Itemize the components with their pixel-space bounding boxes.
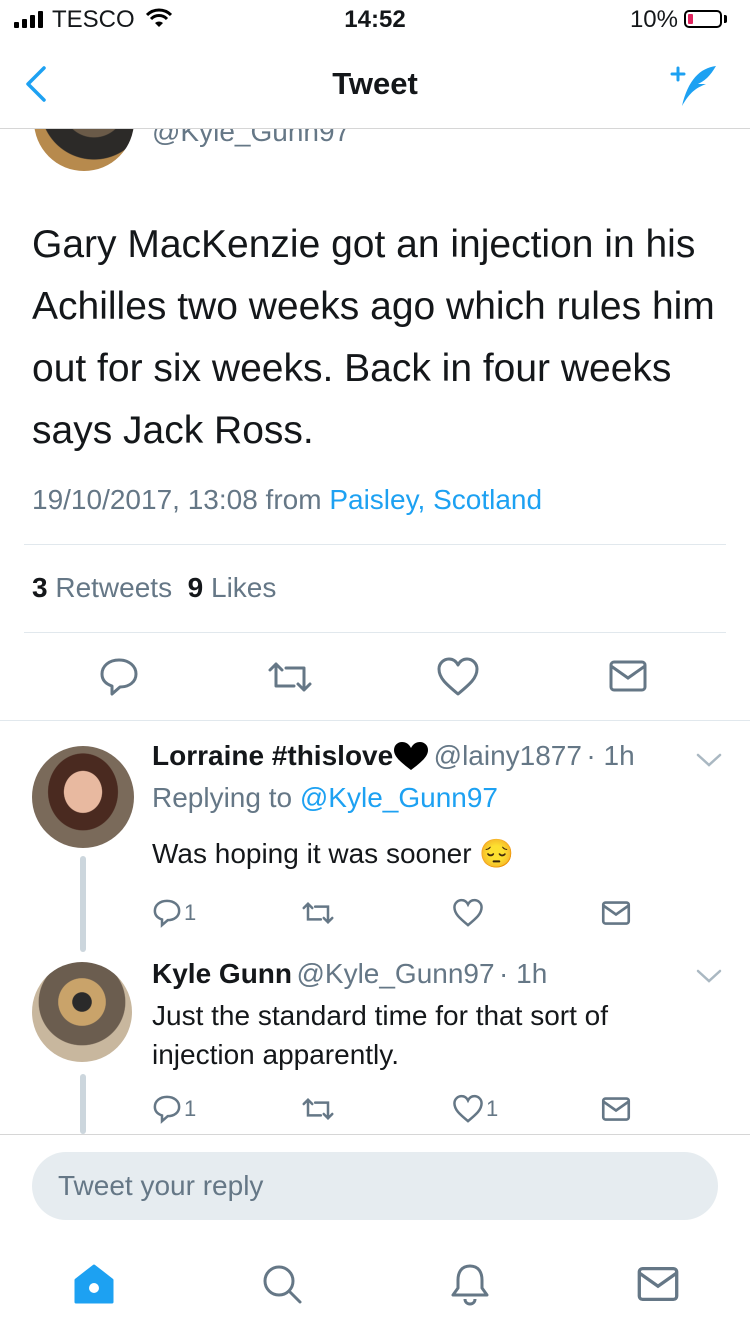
reply-author-name[interactable]: Kyle Gunn — [152, 958, 292, 989]
reply-button[interactable] — [98, 656, 140, 703]
thread-line — [80, 856, 86, 952]
tweet-timestamp: 19/10/2017, 13:08 from — [32, 484, 322, 515]
reply-author-name[interactable]: Lorraine #thislove — [152, 740, 393, 771]
tweet-location-link[interactable]: Paisley, Scotland — [329, 484, 542, 515]
battery-icon — [684, 10, 722, 28]
page-title: Tweet — [332, 66, 418, 101]
retweet-button[interactable] — [300, 898, 336, 928]
retweet-button[interactable] — [266, 656, 314, 703]
reply-text: Just the standard time for that sort of … — [152, 1000, 608, 1070]
retweets-stat[interactable]: 3 Retweets — [32, 572, 172, 603]
tweet-stats: 3 Retweets 9 Likes — [32, 572, 276, 604]
divider — [24, 544, 726, 545]
like-count: 1 — [486, 1096, 499, 1121]
heart-icon — [453, 898, 483, 927]
reply-icon — [153, 1095, 181, 1124]
envelope-icon — [601, 1097, 631, 1121]
bell-icon — [451, 1264, 489, 1306]
reply-author-handle[interactable]: @Kyle_Gunn97 — [296, 958, 494, 989]
reply-author-handle[interactable]: @lainy1877 — [434, 740, 582, 771]
author-handle[interactable]: @Kyle_Gunn97 — [152, 129, 350, 151]
tweet-meta: 19/10/2017, 13:08 from Paisley, Scotland — [32, 484, 542, 516]
reply-button[interactable]: 1 — [152, 1094, 196, 1124]
retweet-button[interactable] — [300, 1094, 336, 1124]
envelope-icon — [637, 1266, 679, 1302]
share-button[interactable] — [600, 1094, 632, 1124]
share-button[interactable] — [600, 898, 632, 928]
retweet-icon — [302, 1097, 334, 1121]
home-icon — [74, 1264, 114, 1304]
avatar[interactable] — [32, 962, 132, 1062]
envelope-icon — [601, 901, 631, 925]
search-icon — [263, 1265, 302, 1304]
status-bar: TESCO 14:52 10% — [0, 0, 750, 40]
reply-count: 1 — [184, 900, 197, 925]
black-heart-icon — [394, 742, 429, 770]
tab-notifications[interactable] — [448, 1262, 492, 1311]
reply-text: Was hoping it was sooner 😔 — [152, 838, 515, 869]
chevron-down-icon — [696, 969, 722, 983]
thread-line — [80, 1074, 86, 1134]
reply-time: · 1h — [586, 740, 635, 771]
reply-header: Lorraine #thislove @lainy1877 · 1h — [152, 740, 635, 772]
like-button[interactable] — [436, 656, 480, 703]
compose-feather-icon — [670, 66, 716, 106]
reply-button[interactable]: 1 — [152, 898, 196, 928]
divider — [0, 720, 750, 721]
replying-to: Replying to @Kyle_Gunn97 — [152, 782, 498, 813]
reply-count: 1 — [184, 1096, 197, 1121]
share-button[interactable] — [608, 656, 648, 701]
more-options-button[interactable] — [696, 752, 722, 773]
pensive-face-emoji: 😔 — [479, 838, 515, 869]
retweet-icon — [302, 901, 334, 925]
compose-tweet-button[interactable] — [666, 62, 722, 115]
likes-stat[interactable]: 9 Likes — [188, 572, 277, 603]
battery-tip — [724, 15, 727, 23]
like-button[interactable] — [452, 898, 484, 928]
avatar[interactable] — [32, 746, 134, 848]
reply-input-placeholder: Tweet your reply — [58, 1170, 264, 1201]
chevron-down-icon — [696, 753, 722, 767]
tab-messages[interactable] — [636, 1262, 680, 1311]
divider — [0, 1134, 750, 1135]
reply-icon — [153, 899, 181, 928]
reply-icon — [100, 658, 138, 696]
author-avatar[interactable] — [34, 129, 134, 171]
reply-time: · 1h — [499, 958, 548, 989]
envelope-icon — [609, 660, 647, 692]
retweet-icon — [268, 662, 312, 692]
divider — [24, 632, 726, 633]
battery-percent: 10% — [629, 6, 678, 33]
tab-home[interactable] — [72, 1262, 116, 1311]
tab-search[interactable] — [260, 1262, 304, 1311]
more-options-button[interactable] — [696, 968, 722, 989]
replying-to-link[interactable]: @Kyle_Gunn97 — [300, 782, 498, 813]
like-button[interactable]: 1 — [452, 1094, 498, 1124]
heart-icon — [453, 1094, 483, 1123]
tweet-text: Gary MacKenzie got an injection in his A… — [32, 223, 715, 452]
heart-icon — [437, 657, 479, 696]
reply-header: Kyle Gunn @Kyle_Gunn97 · 1h — [152, 958, 547, 990]
